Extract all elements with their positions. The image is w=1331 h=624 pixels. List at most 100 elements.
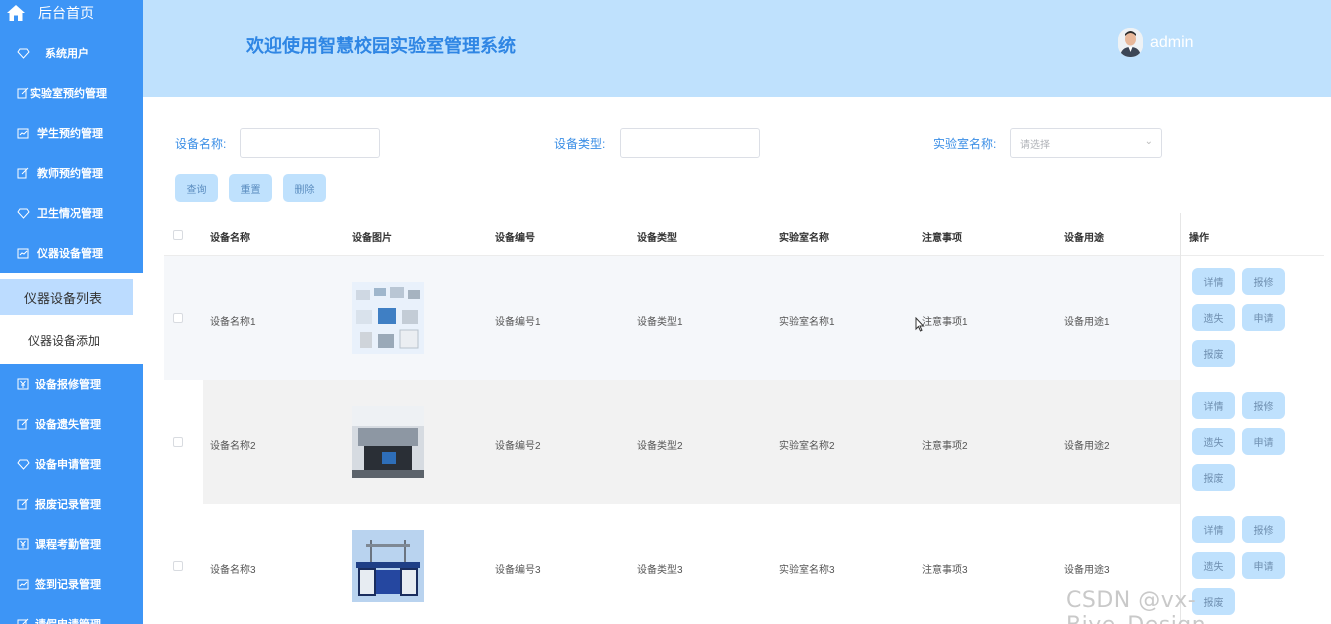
sidebar-item-label: 请假申请管理 xyxy=(35,616,101,624)
sidebar-item-equipment[interactable]: 仪器设备管理 xyxy=(0,233,143,273)
equipment-image xyxy=(352,282,424,354)
sidebar-item-label: 系统用户 xyxy=(45,48,89,60)
column-header: 设备用途 xyxy=(1064,233,1104,244)
apply-button[interactable]: 申请 xyxy=(1242,552,1285,579)
sidebar-item-label: 教师预约管理 xyxy=(37,168,103,180)
repair-button[interactable]: 报修 xyxy=(1242,268,1285,295)
lost-button[interactable]: 遗失 xyxy=(1192,552,1235,579)
repair-button[interactable]: 报修 xyxy=(1242,392,1285,419)
cell-type: 设备类型2 xyxy=(637,441,683,452)
sidebar-item-scrap[interactable]: 报废记录管理 xyxy=(0,484,143,524)
reset-button[interactable]: 重置 xyxy=(229,174,272,202)
column-header: 设备图片 xyxy=(352,233,392,244)
sidebar: 后台首页 系统用户 实验室预约管理 学生预约管理 教师预约管理 卫生情况管理 仪… xyxy=(0,0,143,624)
cell-name: 设备名称2 xyxy=(210,441,256,452)
fixed-column-divider xyxy=(1180,213,1181,624)
cell-lab: 实验室名称2 xyxy=(779,441,835,452)
scrap-button[interactable]: 报废 xyxy=(1192,464,1235,491)
home-icon xyxy=(7,5,25,21)
cell-type: 设备类型1 xyxy=(637,317,683,328)
column-header: 注意事项 xyxy=(922,233,962,244)
sidebar-item-label: 设备申请管理 xyxy=(35,459,101,471)
edit-icon xyxy=(16,617,30,624)
detail-button[interactable]: 详情 xyxy=(1192,268,1235,295)
sidebar-item-checkin[interactable]: 签到记录管理 xyxy=(0,564,143,604)
sidebar-item-apply[interactable]: 设备申请管理 xyxy=(0,444,143,484)
repair-button[interactable]: 报修 xyxy=(1242,516,1285,543)
cell-code: 设备编号2 xyxy=(495,441,541,452)
query-button[interactable]: 查询 xyxy=(175,174,218,202)
sidebar-item-label: 卫生情况管理 xyxy=(37,208,103,220)
column-header: 设备名称 xyxy=(210,233,250,244)
scrap-button[interactable]: 报废 xyxy=(1192,340,1235,367)
sidebar-item-label: 实验室预约管理 xyxy=(30,88,107,100)
equipment-image xyxy=(352,406,424,478)
user-menu[interactable]: admin xyxy=(1118,28,1194,57)
edit-icon xyxy=(16,166,30,180)
detail-button[interactable]: 详情 xyxy=(1192,392,1235,419)
cell-usage: 设备用途1 xyxy=(1064,317,1110,328)
lost-button[interactable]: 遗失 xyxy=(1192,428,1235,455)
row-actions: 详情 报修 遗失 申请 报废 xyxy=(1180,256,1324,380)
sidebar-subitem-equipment-list[interactable]: 仪器设备列表 xyxy=(0,279,133,315)
sidebar-submenu: 仪器设备列表 仪器设备添加 xyxy=(0,273,143,364)
apply-button[interactable]: 申请 xyxy=(1242,304,1285,331)
equipment-type-input[interactable] xyxy=(620,128,760,158)
table-row[interactable]: 设备名称2 设备编号2 设备类型2 实验室名称2 注意事项2 设备用途2 xyxy=(164,380,1180,504)
cell-code: 设备编号1 xyxy=(495,317,541,328)
sidebar-item-hygiene[interactable]: 卫生情况管理 xyxy=(0,193,143,233)
equipment-image xyxy=(352,530,424,602)
lost-button[interactable]: 遗失 xyxy=(1192,304,1235,331)
table-header: 设备名称 设备图片 设备编号 设备类型 实验室名称 注意事项 设备用途 操作 xyxy=(164,213,1324,256)
sidebar-subitem-label: 仪器设备添加 xyxy=(28,333,101,348)
username: admin xyxy=(1150,33,1194,51)
cell-notes: 注意事项1 xyxy=(922,317,968,328)
row-checkbox[interactable] xyxy=(173,437,183,447)
sidebar-home[interactable]: 后台首页 xyxy=(0,0,143,26)
page-title: 欢迎使用智慧校园实验室管理系统 xyxy=(246,36,516,56)
row-checkbox[interactable] xyxy=(173,561,183,571)
sidebar-item-label: 学生预约管理 xyxy=(37,128,103,140)
apply-button[interactable]: 申请 xyxy=(1242,428,1285,455)
select-all-checkbox[interactable] xyxy=(173,230,183,240)
sidebar-item-attendance[interactable]: 课程考勤管理 xyxy=(0,524,143,564)
equipment-type-label: 设备类型: xyxy=(554,137,606,151)
sidebar-item-lost[interactable]: 设备遗失管理 xyxy=(0,404,143,444)
header: 欢迎使用智慧校园实验室管理系统 admin xyxy=(143,0,1331,97)
column-header: 操作 xyxy=(1189,233,1209,244)
table-row[interactable]: 设备名称3 设备编号3 设备类型3 实验室名称3 注意事项3 设备用途3 xyxy=(164,504,1180,624)
sidebar-item-repair[interactable]: 设备报修管理 xyxy=(0,364,143,404)
row-gutter xyxy=(164,380,203,504)
equipment-name-input[interactable] xyxy=(240,128,380,158)
diamond-icon xyxy=(16,46,30,60)
lab-name-placeholder: 请选择 xyxy=(1020,139,1050,151)
delete-button[interactable]: 删除 xyxy=(283,174,326,202)
sidebar-subitem-equipment-add[interactable]: 仪器设备添加 xyxy=(0,322,133,358)
cell-usage: 设备用途3 xyxy=(1064,565,1110,576)
edit-icon xyxy=(16,86,29,100)
detail-button[interactable]: 详情 xyxy=(1192,516,1235,543)
sidebar-item-teacher-booking[interactable]: 教师预约管理 xyxy=(0,153,143,193)
chart-icon xyxy=(16,126,30,140)
diamond-icon xyxy=(16,457,30,471)
table-row[interactable]: 设备名称1 设备编号1 设备类型1 实验室名称1 注意事项1 设备用途1 xyxy=(164,256,1180,380)
row-checkbox[interactable] xyxy=(173,313,183,323)
column-header: 设备类型 xyxy=(637,233,677,244)
sidebar-item-system-users[interactable]: 系统用户 xyxy=(0,33,143,73)
cell-type: 设备类型3 xyxy=(637,565,683,576)
sidebar-item-lab-booking[interactable]: 实验室预约管理 xyxy=(0,73,143,113)
equipment-table: 设备名称 设备图片 设备编号 设备类型 实验室名称 注意事项 设备用途 操作 设… xyxy=(164,213,1324,624)
lab-name-select[interactable]: 请选择 ⌄ xyxy=(1010,128,1162,158)
search-panel: 设备名称: 设备类型: 实验室名称: 请选择 ⌄ 查询 重置 删除 xyxy=(143,97,1331,212)
cell-code: 设备编号3 xyxy=(495,565,541,576)
cell-lab: 实验室名称3 xyxy=(779,565,835,576)
sidebar-item-label: 课程考勤管理 xyxy=(35,539,101,551)
sidebar-item-leave[interactable]: 请假申请管理 xyxy=(0,604,143,624)
chart-icon xyxy=(16,577,30,591)
sidebar-item-student-booking[interactable]: 学生预约管理 xyxy=(0,113,143,153)
cell-name: 设备名称3 xyxy=(210,565,256,576)
sidebar-item-label: 设备报修管理 xyxy=(35,379,101,391)
mouse-cursor-icon xyxy=(915,316,925,337)
lab-name-label: 实验室名称: xyxy=(933,137,997,151)
sidebar-home-label: 后台首页 xyxy=(38,5,94,21)
